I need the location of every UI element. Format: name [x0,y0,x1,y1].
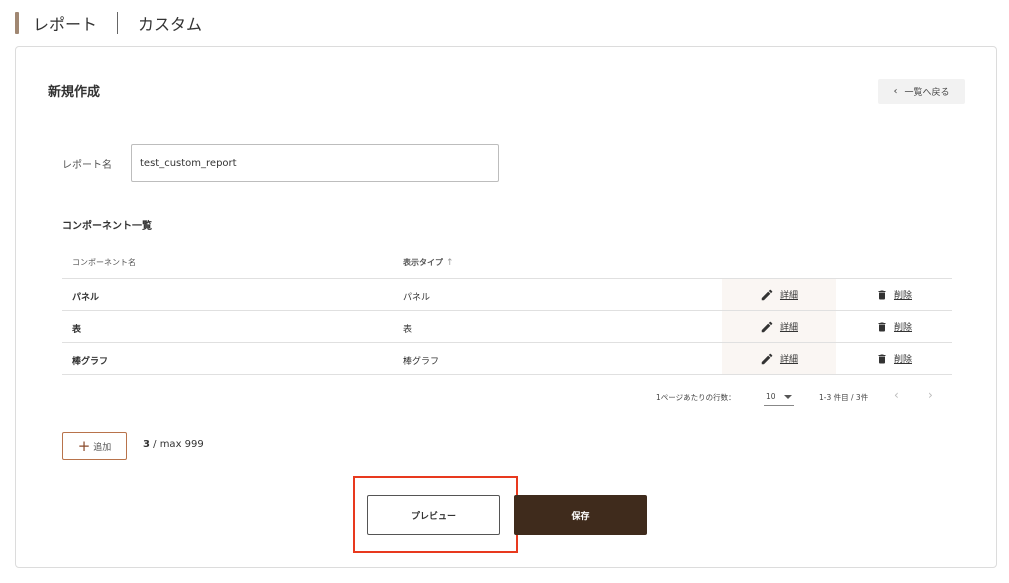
delete-cell: 削除 [836,343,952,374]
rows-per-page-label: 1ページあたりの行数： [656,393,736,402]
component-type: 表 [403,325,413,335]
breadcrumb-custom: カスタム [138,15,203,34]
component-count-max: / max 999 [149,439,204,450]
page-range-text: 1-3 件目 / 3件 [819,393,869,402]
add-button-label: 追加 [93,442,112,453]
pencil-icon[interactable] [760,320,774,334]
detail-cell: 詳細 [722,343,836,374]
components-section-title: コンポーネント一覧 [62,221,152,232]
component-name: パネル [72,293,100,303]
detail-link[interactable]: 詳細 [780,288,798,301]
table-row: 棒グラフ 棒グラフ 詳細 削除 [62,343,952,375]
component-type: パネル [403,293,431,303]
delete-link[interactable]: 削除 [894,352,912,365]
rows-per-page-select[interactable]: 10 [764,388,794,406]
component-name: 表 [72,325,82,335]
table-header: コンポーネント名 表示タイプ ↑ [62,247,952,279]
table-row: パネル パネル 詳細 削除 [62,279,952,311]
trash-icon[interactable] [876,320,888,334]
detail-link[interactable]: 詳細 [780,320,798,333]
pencil-icon[interactable] [760,352,774,366]
save-button[interactable]: 保存 [514,495,647,535]
breadcrumb-divider [117,12,119,34]
plus-icon: + [77,436,91,455]
components-table: コンポーネント名 表示タイプ ↑ パネル パネル 詳細 削除 表 表 詳細 削除… [62,247,952,375]
previous-page-icon[interactable]: ‹ [894,388,899,402]
report-name-label: レポート名 [62,160,112,171]
report-name-input[interactable] [131,144,499,182]
detail-cell: 詳細 [722,279,836,310]
component-count: 3 / max 999 [143,439,204,450]
preview-button[interactable]: プレビュー [367,495,500,535]
column-header-type[interactable]: 表示タイプ ↑ [403,257,454,268]
chevron-left-icon: ‹ [893,86,898,97]
table-row: 表 表 詳細 削除 [62,311,952,343]
detail-link[interactable]: 詳細 [780,352,798,365]
page-title: 新規作成 [48,85,101,100]
caret-down-icon [784,394,792,399]
sort-arrow-up-icon: ↑ [446,257,454,268]
accent-bar [15,12,19,34]
delete-link[interactable]: 削除 [894,288,912,301]
breadcrumb: レポート カスタム [15,11,202,35]
column-header-name: コンポーネント名 [72,258,136,267]
page: レポート カスタム 新規作成 ‹ 一覧へ戻る レポート名 コンポーネント一覧 コ… [0,0,1009,583]
component-type: 棒グラフ [403,357,440,367]
component-name: 棒グラフ [72,357,109,367]
breadcrumb-reports[interactable]: レポート [33,11,97,35]
rows-per-page-value: 10 [766,392,776,401]
back-button-label: 一覧へ戻る [904,88,950,98]
trash-icon[interactable] [876,288,888,302]
add-component-button[interactable]: + 追加 [62,432,127,460]
column-header-type-label: 表示タイプ [403,258,443,267]
delete-cell: 削除 [836,279,952,310]
pencil-icon[interactable] [760,288,774,302]
report-card: 新規作成 ‹ 一覧へ戻る レポート名 コンポーネント一覧 コンポーネント名 表示… [15,46,997,568]
component-count-value: 3 [143,439,150,450]
trash-icon[interactable] [876,352,888,366]
next-page-icon[interactable]: › [928,388,933,402]
back-to-list-button[interactable]: ‹ 一覧へ戻る [878,79,965,104]
delete-link[interactable]: 削除 [894,320,912,333]
delete-cell: 削除 [836,311,952,342]
detail-cell: 詳細 [722,311,836,342]
pagination: 1ページあたりの行数： 10 1-3 件目 / 3件 ‹ › [62,384,952,410]
